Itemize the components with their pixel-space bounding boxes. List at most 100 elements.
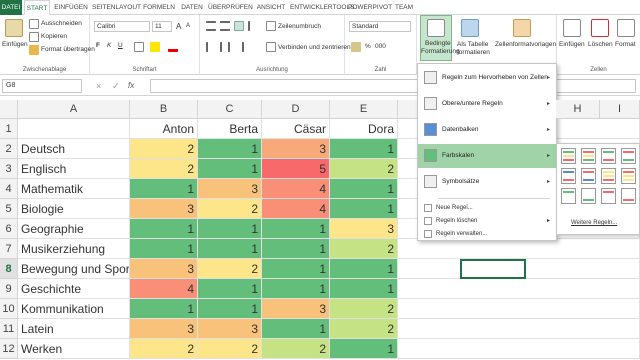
conditional-formatting-button[interactable]: Bedingte Formatierung xyxy=(420,15,460,61)
grade-cell[interactable]: 2 xyxy=(130,159,198,179)
row-header[interactable]: 11 xyxy=(0,319,18,339)
grade-cell[interactable]: 1 xyxy=(330,339,398,359)
row-header[interactable]: 8 xyxy=(0,259,18,279)
color-scale-swatch[interactable] xyxy=(581,188,596,204)
grade-cell[interactable]: 3 xyxy=(262,139,330,159)
underline-button[interactable]: U xyxy=(118,42,123,49)
empty-cell[interactable] xyxy=(398,239,640,259)
font-size-select[interactable]: 11 xyxy=(152,21,172,32)
tab-seitenlayout[interactable]: SEITENLAYOUT xyxy=(92,0,141,15)
grade-cell[interactable]: 2 xyxy=(198,339,262,359)
grade-cell[interactable]: 3 xyxy=(262,299,330,319)
tab-powerpivot[interactable]: POWERPIVOT xyxy=(348,0,392,15)
delete-cells-button[interactable]: Löschen xyxy=(588,41,613,48)
grade-cell[interactable]: 1 xyxy=(262,219,330,239)
grade-cell[interactable]: 1 xyxy=(198,239,262,259)
align-left-icon[interactable] xyxy=(206,42,216,52)
color-scale-swatch[interactable] xyxy=(581,168,596,184)
more-rules-link[interactable]: Weitere Regeln... xyxy=(571,220,617,226)
menu-item-1[interactable]: Obere/untere Regeln ▸ xyxy=(418,92,556,116)
grade-cell[interactable]: 2 xyxy=(198,199,262,219)
color-scale-swatch[interactable] xyxy=(561,188,576,204)
column-header-B[interactable]: B xyxy=(130,100,198,119)
menu-item-2[interactable]: Datenbalken ▸ xyxy=(418,118,556,142)
row-header[interactable]: 9 xyxy=(0,279,18,299)
grade-cell[interactable]: 2 xyxy=(330,319,398,339)
column-header-D[interactable]: D xyxy=(262,100,330,119)
color-scale-swatch[interactable] xyxy=(581,148,596,164)
row-header[interactable]: 12 xyxy=(0,339,18,359)
color-scale-swatch[interactable] xyxy=(601,148,616,164)
empty-cell[interactable] xyxy=(398,319,640,339)
grade-cell[interactable]: 1 xyxy=(262,239,330,259)
color-scale-swatch[interactable] xyxy=(561,168,576,184)
align-top-icon[interactable] xyxy=(206,21,216,31)
column-header-C[interactable]: C xyxy=(198,100,262,119)
paste-button[interactable]: Einfügen xyxy=(2,41,28,48)
column-header-I[interactable]: I xyxy=(600,100,640,119)
tab-einfügen[interactable]: EINFÜGEN xyxy=(52,0,90,15)
bold-button[interactable]: F xyxy=(96,42,100,49)
fill-color-icon[interactable] xyxy=(150,42,160,52)
tab-team[interactable]: TEAM xyxy=(392,0,416,15)
subject-cell[interactable]: Kommunikation xyxy=(18,299,130,319)
grade-cell[interactable]: 1 xyxy=(330,259,398,279)
color-scale-swatch[interactable] xyxy=(621,168,636,184)
grade-cell[interactable]: 3 xyxy=(198,319,262,339)
student-header-cell[interactable]: Cäsar xyxy=(262,119,330,139)
grade-cell[interactable]: 1 xyxy=(330,179,398,199)
cell-styles-button[interactable]: Zellenformatvorlagen xyxy=(495,41,556,48)
row-header[interactable]: 4 xyxy=(0,179,18,199)
subject-cell[interactable]: Werken xyxy=(18,339,130,359)
corner-cell[interactable] xyxy=(0,100,18,119)
student-header-cell[interactable]: Berta xyxy=(198,119,262,139)
insert-cells-button[interactable]: Einfügen xyxy=(559,41,585,48)
menu-item-3[interactable]: Farbskalen ▸ xyxy=(418,144,556,168)
row-header[interactable]: 3 xyxy=(0,159,18,179)
grade-cell[interactable]: 1 xyxy=(330,279,398,299)
tab-überprüfen[interactable]: ÜBERPRÜFEN xyxy=(208,0,253,15)
merge-center-button[interactable]: Verbinden und zentrieren xyxy=(278,44,351,51)
grade-cell[interactable]: 4 xyxy=(130,279,198,299)
empty-cell[interactable] xyxy=(398,299,640,319)
grade-cell[interactable]: 4 xyxy=(262,199,330,219)
align-center-icon[interactable] xyxy=(220,42,230,52)
grade-cell[interactable]: 1 xyxy=(330,199,398,219)
grade-cell[interactable]: 3 xyxy=(130,199,198,219)
column-header-A[interactable]: A xyxy=(18,100,130,119)
color-scale-swatch[interactable] xyxy=(601,168,616,184)
grade-cell[interactable]: 3 xyxy=(198,179,262,199)
grade-cell[interactable]: 4 xyxy=(262,179,330,199)
grade-cell[interactable]: 2 xyxy=(130,139,198,159)
row-header[interactable]: 10 xyxy=(0,299,18,319)
grade-cell[interactable]: 1 xyxy=(130,179,198,199)
row-header[interactable]: 2 xyxy=(0,139,18,159)
grow-font-button[interactable]: A xyxy=(176,22,181,31)
subject-cell[interactable]: Mathematik xyxy=(18,179,130,199)
format-cells-button[interactable]: Format xyxy=(615,41,636,48)
subject-cell[interactable]: Musikerziehung xyxy=(18,239,130,259)
subject-cell[interactable]: Latein xyxy=(18,319,130,339)
grade-cell[interactable]: 2 xyxy=(330,299,398,319)
subject-cell[interactable]: Bewegung und Sport xyxy=(18,259,130,279)
grade-cell[interactable]: 3 xyxy=(130,259,198,279)
thousands-button[interactable]: 000 xyxy=(375,43,386,50)
tab-datei[interactable]: DATEI xyxy=(0,0,22,15)
percent-button[interactable]: % xyxy=(365,43,371,50)
empty-cell[interactable] xyxy=(398,279,640,299)
menu-small-item-0[interactable]: Neue Regel... xyxy=(418,202,556,214)
student-header-cell[interactable]: Anton xyxy=(130,119,198,139)
font-name-select[interactable]: Calibri xyxy=(94,21,150,32)
grade-cell[interactable]: 3 xyxy=(330,219,398,239)
align-right-icon[interactable] xyxy=(234,42,244,52)
subject-cell[interactable]: Geographie xyxy=(18,219,130,239)
tab-entwicklertools[interactable]: ENTWICKLERTOOLS xyxy=(290,0,354,15)
grade-cell[interactable]: 1 xyxy=(262,279,330,299)
grade-cell[interactable]: 1 xyxy=(262,319,330,339)
row-header[interactable]: 6 xyxy=(0,219,18,239)
function-icon[interactable]: fx xyxy=(128,81,134,90)
formula-input[interactable] xyxy=(150,79,636,93)
student-header-cell[interactable]: Dora xyxy=(330,119,398,139)
tab-formeln[interactable]: FORMELN xyxy=(142,0,176,15)
grade-cell[interactable]: 1 xyxy=(330,139,398,159)
